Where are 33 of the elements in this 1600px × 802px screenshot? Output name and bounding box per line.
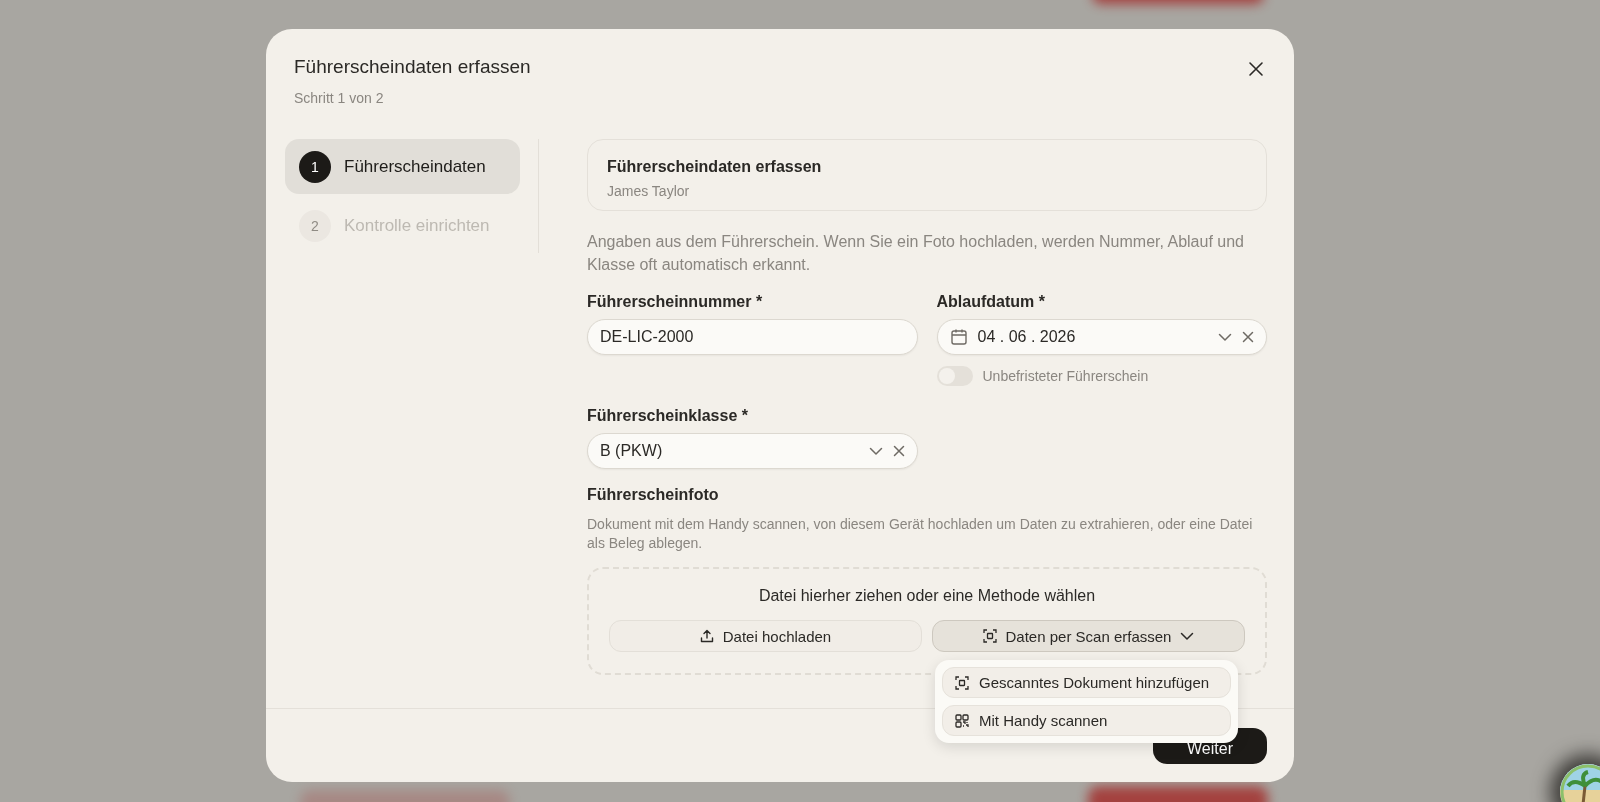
toggle-label: Unbefristeter Führerschein [982,368,1149,384]
chevron-down-icon[interactable] [1218,332,1232,342]
scan-icon [982,629,997,643]
step-number: 2 [299,209,331,242]
drop-zone-text: Datei hierher ziehen oder eine Methode wählen [758,587,1096,605]
clear-icon[interactable] [1242,331,1254,343]
license-number-field[interactable]: DE-LIC-2000 [587,319,918,355]
menu-item[interactable]: Mit Handy scannen [942,705,1231,736]
dialog-subtitle: Schritt 1 von 2 [294,90,385,106]
photo-label: Führerscheinfoto [587,486,720,504]
date-field[interactable]: 04 . 06 . 2026 [936,319,1267,355]
chevron-down-icon[interactable] [868,446,883,456]
upload-button[interactable]: Datei hochladen [609,620,922,652]
caret-icon[interactable] [1180,631,1195,641]
step-item[interactable]: 1 Führerscheindaten [285,139,520,194]
menu-item[interactable]: Gescanntes Dokument hinzufügen [942,667,1231,698]
summary-subtitle: James Taylor [607,183,691,199]
select-field[interactable]: B (PKW) [587,433,918,469]
field-label: Ablaufdatum * [936,293,1046,311]
field-label: Führerscheinklasse * [587,407,749,425]
qr-code-icon [955,713,969,728]
photo-hint: Dokument mit dem Handy scannen, von diesem Gerät hochladen um Daten zu extrahieren, oder eine Datei als Beleg ablegen. [587,515,1254,553]
calendar-icon [949,328,968,346]
field-label: Führerscheinnummer * [587,293,764,311]
summary-title: Führerscheindaten erfassen [607,158,823,176]
clear-icon[interactable] [892,445,905,457]
scan-button[interactable]: Daten per Scan erfassen [932,620,1245,652]
close-icon[interactable] [1248,61,1264,77]
intro-text: Angaben aus dem Führerschein. Wenn Sie ein Foto hochladen, werden Nummer, Ablauf und Klasse oft automatisch erkannt. [587,232,1245,275]
step-number: 1 [299,150,331,183]
scan-icon [955,675,969,690]
dialog-title: Führerscheindaten erfassen [294,56,531,78]
upload-icon [699,629,714,643]
